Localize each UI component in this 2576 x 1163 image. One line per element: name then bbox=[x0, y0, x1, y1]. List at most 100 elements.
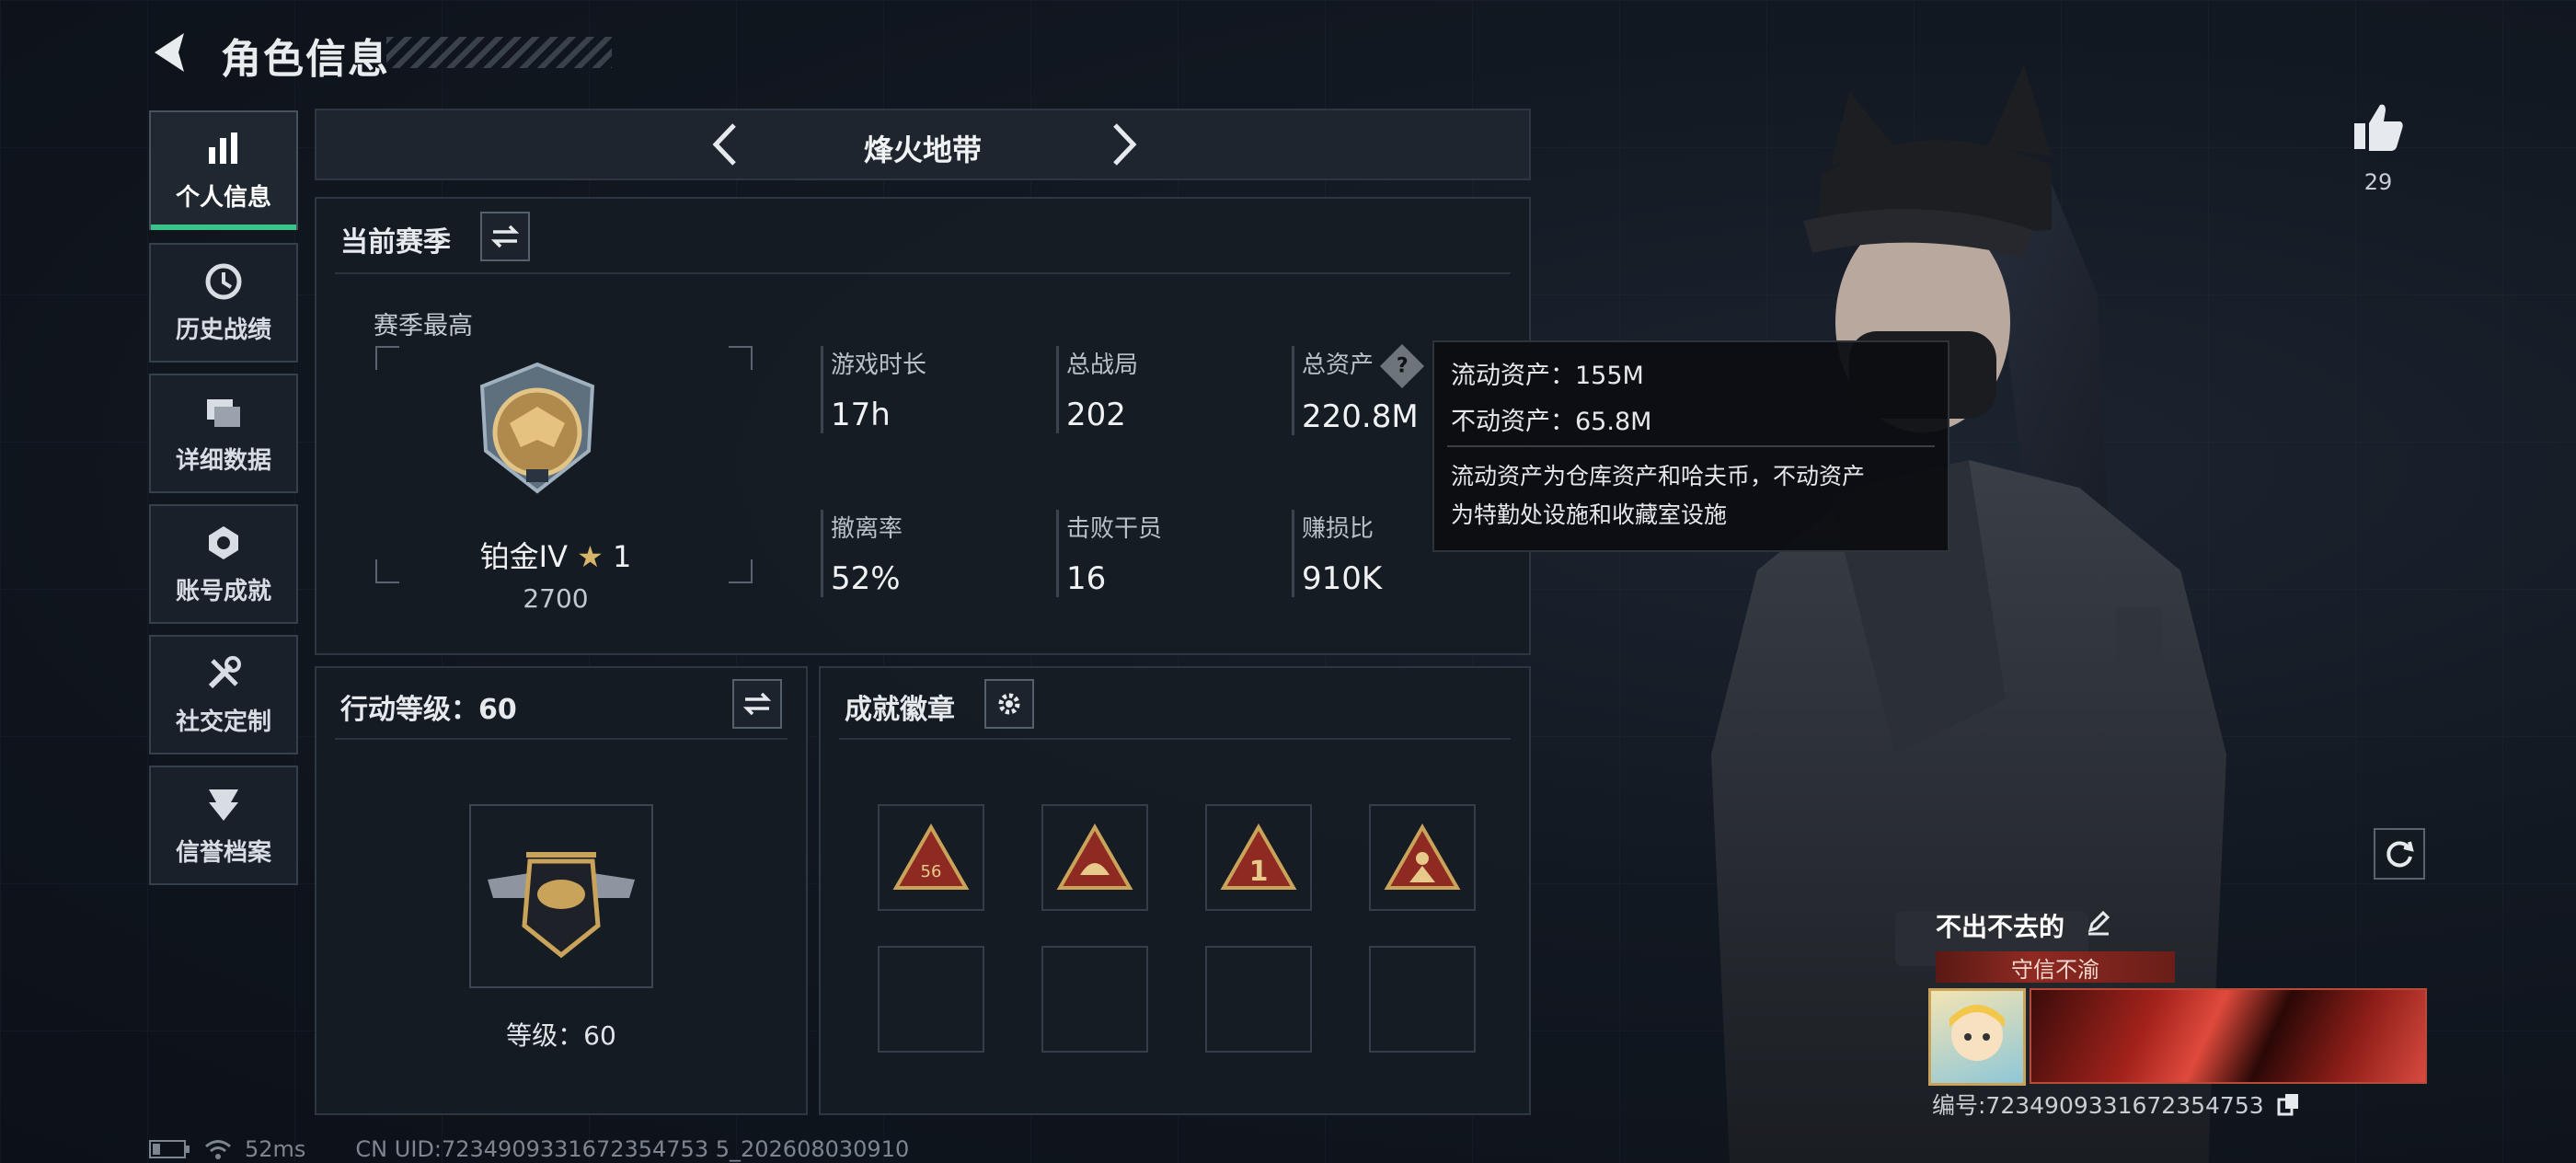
rotate-model-button[interactable] bbox=[2374, 828, 2425, 880]
wifi-icon bbox=[205, 1140, 231, 1159]
sidebar-item-personal-info[interactable]: 个人信息 bbox=[149, 110, 298, 230]
status-bar: 52ms CN UID:7234909331672354753 5_202608… bbox=[149, 1135, 909, 1163]
stat-value: 220.8M bbox=[1302, 397, 1419, 435]
season-best-label: 赛季最高 bbox=[374, 312, 473, 340]
back-button[interactable] bbox=[147, 28, 193, 78]
stat-value: 16 bbox=[1066, 560, 1107, 597]
emblem-icon bbox=[209, 789, 238, 821]
tools-icon bbox=[208, 655, 241, 688]
achievements-panel: 成就徽章 56 1 bbox=[819, 666, 1531, 1115]
section-divider bbox=[335, 738, 788, 740]
player-name: 不出不去的 bbox=[1936, 912, 2065, 942]
rank-name-row: 铂金IV ★ 1 bbox=[399, 534, 712, 576]
action-level-switch-button[interactable] bbox=[732, 679, 782, 729]
swap-icon bbox=[490, 225, 520, 248]
thumbs-up-icon bbox=[2354, 104, 2403, 151]
helmet-badge-icon bbox=[1056, 823, 1133, 890]
active-indicator bbox=[151, 225, 296, 230]
frame-corner bbox=[375, 559, 399, 583]
player-id: 编号:7234909331672354753 bbox=[1932, 1088, 2301, 1122]
frame-corner bbox=[729, 346, 753, 370]
copy-icon-shape bbox=[2277, 1094, 2298, 1116]
empty-badge-slot[interactable] bbox=[1369, 946, 1476, 1053]
number-badge-icon: 1 bbox=[1220, 823, 1297, 890]
stat-label-text: 总资产 bbox=[1302, 351, 1374, 379]
achievement-badge[interactable] bbox=[1369, 804, 1476, 911]
section-divider bbox=[335, 272, 1511, 274]
sidebar-item-achievements[interactable]: 账号成就 bbox=[149, 504, 298, 624]
assets-tooltip: 流动资产：155M 不动资产：65.8M 流动资产为仓库资产和哈夫币，不动资产 … bbox=[1432, 340, 1949, 552]
mode-label: 烽火地带 bbox=[863, 132, 982, 167]
badge-number: 1 bbox=[1249, 856, 1269, 888]
copy-icon[interactable] bbox=[2277, 1092, 2301, 1122]
back-arrow-icon bbox=[155, 33, 184, 72]
sidebar-item-label: 信誉档案 bbox=[175, 838, 271, 867]
refresh-icon bbox=[2386, 841, 2414, 868]
sidebar-item-social[interactable]: 社交定制 bbox=[149, 635, 298, 754]
like-button[interactable]: 29 bbox=[2348, 101, 2409, 202]
title-tag: 守信不渝 bbox=[1936, 951, 2175, 983]
player-id-text: 编号:7234909331672354753 bbox=[1932, 1092, 2264, 1119]
name-card-banner bbox=[2030, 988, 2427, 1084]
season-switch-button[interactable] bbox=[480, 212, 530, 261]
sidebar-item-detailed-data[interactable]: 详细数据 bbox=[149, 374, 298, 493]
star-icon: ★ bbox=[577, 539, 604, 574]
stat-play-time: 游戏时长 17h bbox=[821, 346, 926, 433]
sidebar-item-reputation[interactable]: 信誉档案 bbox=[149, 766, 298, 885]
bar-chart-icon bbox=[209, 132, 237, 164]
stat-value: 17h bbox=[831, 397, 891, 433]
empty-badge-slot[interactable] bbox=[1041, 946, 1148, 1053]
level-text: 等级：60 bbox=[506, 1020, 616, 1051]
tooltip-divider bbox=[1447, 445, 1935, 447]
mode-selector: 烽火地带 bbox=[315, 109, 1531, 180]
page-title: 角色信息 bbox=[221, 36, 390, 83]
title-decoration bbox=[386, 37, 612, 68]
stat-label: 赚损比 bbox=[1302, 515, 1374, 543]
season-panel: 当前赛季 赛季最高 铂金IV ★ 1 2700 游戏时长 17h 总战局 202… bbox=[315, 197, 1531, 655]
sidebar-item-label: 详细数据 bbox=[175, 446, 271, 475]
next-mode-button[interactable] bbox=[1100, 120, 1146, 169]
title-tag-text: 守信不渝 bbox=[2011, 956, 2099, 983]
stat-label: 游戏时长 bbox=[831, 351, 927, 379]
rank-points: 2700 bbox=[523, 583, 589, 614]
stat-value: 910K bbox=[1302, 560, 1383, 597]
helicopter-emblem-icon bbox=[488, 852, 635, 959]
pencil-icon bbox=[2087, 910, 2110, 936]
help-icon[interactable]: ? bbox=[1380, 343, 1425, 388]
triangle-badge-icon: 56 bbox=[892, 823, 970, 890]
section-divider bbox=[839, 738, 1511, 740]
achievement-badge[interactable]: 1 bbox=[1205, 804, 1312, 911]
uid-text: CN UID:7234909331672354753 5_20260803091… bbox=[355, 1136, 910, 1162]
sidebar-item-history[interactable]: 历史战绩 bbox=[149, 243, 298, 363]
achievement-badge[interactable]: 56 bbox=[878, 804, 984, 911]
battery-icon bbox=[149, 1140, 190, 1158]
stat-label: 撤离率 bbox=[831, 515, 903, 543]
stat-value: 52% bbox=[831, 560, 901, 597]
achievements-title: 成就徽章 bbox=[845, 694, 955, 726]
stat-total-assets: 总资产 ? 220.8M bbox=[1292, 343, 1425, 435]
achievement-badge[interactable] bbox=[1041, 804, 1148, 911]
tooltip-liquid-assets: 流动资产：155M bbox=[1451, 362, 1644, 390]
ping-text: 52ms bbox=[245, 1136, 306, 1162]
empty-badge-slot[interactable] bbox=[1205, 946, 1312, 1053]
frame-corner bbox=[375, 346, 399, 370]
empty-badge-slot[interactable] bbox=[878, 946, 984, 1053]
badge-number: 56 bbox=[921, 862, 942, 881]
player-avatar[interactable] bbox=[1928, 988, 2026, 1086]
rank-name: 铂金IV bbox=[479, 539, 568, 574]
action-level-panel: 行动等级：60 等级：60 bbox=[315, 666, 808, 1115]
achievement-icon bbox=[209, 525, 238, 559]
action-level-title: 行动等级：60 bbox=[340, 694, 517, 726]
tooltip-fixed-assets: 不动资产：65.8M bbox=[1451, 408, 1652, 436]
rank-medal-icon bbox=[479, 362, 595, 494]
level-emblem-frame bbox=[469, 804, 653, 988]
avatar-face-icon bbox=[1949, 1005, 2005, 1061]
stat-label: 击败干员 bbox=[1066, 515, 1163, 543]
edit-name-icon[interactable] bbox=[2085, 908, 2112, 942]
stat-value: 202 bbox=[1066, 397, 1126, 433]
rank-stars: 1 bbox=[613, 539, 632, 574]
season-title: 当前赛季 bbox=[340, 226, 451, 259]
achievements-settings-button[interactable] bbox=[984, 679, 1034, 729]
stat-total-matches: 总战局 202 bbox=[1056, 346, 1138, 433]
tooltip-desc-2: 为特勤处设施和收藏室设施 bbox=[1451, 501, 1728, 528]
